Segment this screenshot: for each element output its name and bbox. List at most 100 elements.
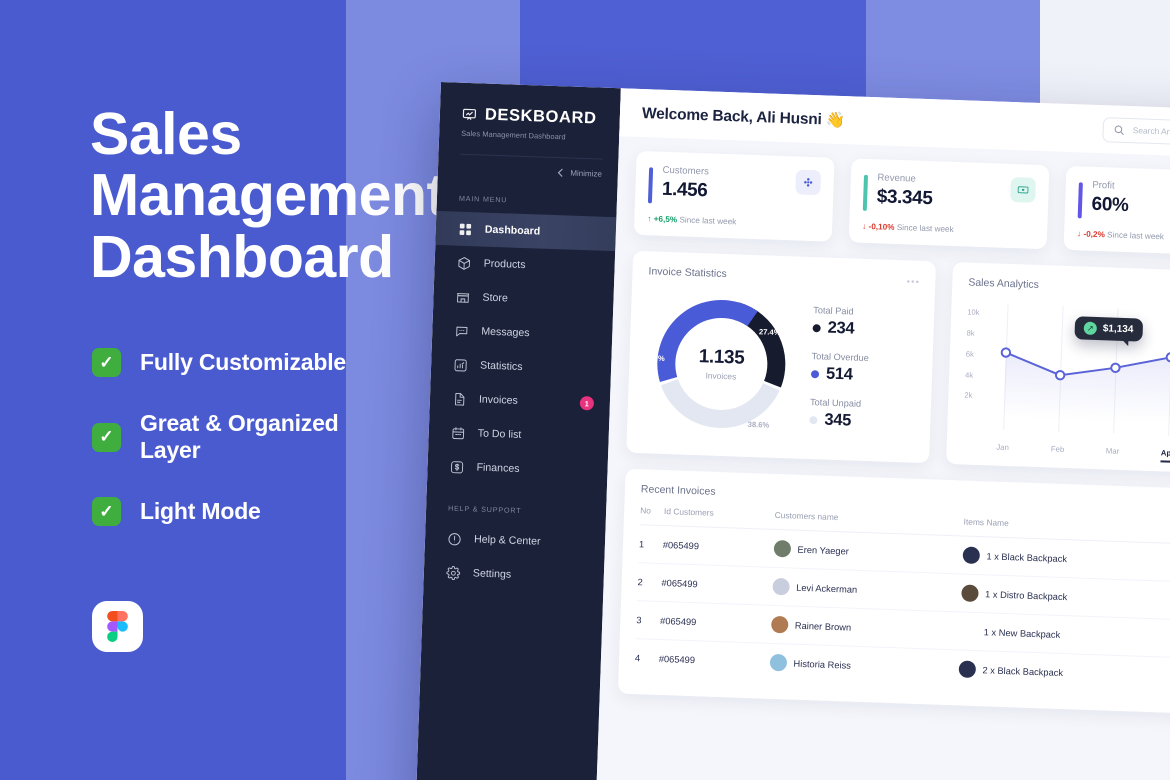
minimize-button[interactable]: Minimize bbox=[459, 153, 603, 179]
legend-item: Total Paid 234 bbox=[812, 305, 870, 339]
legend-item: Total Unpaid 345 bbox=[809, 397, 867, 431]
more-dots-icon[interactable]: ••• bbox=[906, 276, 920, 286]
stat-cards-row: Customers 1.456 ↑ +6,5% Since last week … bbox=[633, 150, 1170, 259]
sidebar-item-label: Invoices bbox=[478, 393, 519, 407]
stat-arrow-icon: ↓ bbox=[1076, 229, 1082, 239]
logout-button[interactable]: Log Out bbox=[416, 774, 597, 780]
feature-item: ✓ Light Mode bbox=[92, 497, 350, 526]
product-thumbnail bbox=[962, 546, 980, 565]
cell-customer: Rainer Brown bbox=[770, 605, 961, 650]
box-icon bbox=[458, 256, 471, 270]
dashboard-mockup: DESKBOARD Sales Management Dashboard Min… bbox=[414, 82, 1170, 780]
main-content: Welcome Back, Ali Husni 👋 Search Anythin… bbox=[594, 88, 1170, 780]
cell-id: #065499 bbox=[658, 653, 696, 665]
invoice-statistics-panel: Invoice Statistics ••• 1.135 Invoices 27… bbox=[626, 250, 937, 464]
cell-no: 2 bbox=[637, 562, 663, 602]
cell-no: 3 bbox=[635, 600, 661, 640]
cell-no: 1 bbox=[638, 524, 664, 564]
tooltip-value: $1,134 bbox=[1102, 323, 1134, 336]
chat-icon bbox=[456, 326, 468, 336]
donut-center-label: Invoices bbox=[705, 370, 737, 382]
check-icon: ✓ bbox=[92, 348, 121, 377]
panels-row: Invoice Statistics ••• 1.135 Invoices 27… bbox=[626, 250, 1170, 477]
legend-name: Total Overdue bbox=[811, 351, 870, 364]
sidebar-item-label: Messages bbox=[481, 325, 530, 340]
cell-id: #065499 bbox=[662, 525, 775, 568]
y-axis-tick: 4k bbox=[964, 370, 974, 380]
legend-name: Total Unpaid bbox=[809, 397, 862, 409]
legend-dot-icon bbox=[809, 415, 818, 424]
search-input[interactable]: Search Anything bbox=[1102, 116, 1170, 150]
y-axis-tick: 10k bbox=[967, 307, 980, 318]
feature-list: ✓ Fully Customizable ✓ Great & Organized… bbox=[92, 348, 350, 559]
sidebar: DESKBOARD Sales Management Dashboard Min… bbox=[414, 82, 621, 780]
page-title: Sales Management Dashboard bbox=[90, 101, 446, 290]
feature-item: ✓ Great & Organized Layer bbox=[92, 410, 350, 464]
figma-logo bbox=[92, 601, 143, 652]
cell-item: 2 x Black Backpack bbox=[958, 650, 1170, 696]
x-axis-tick: Feb bbox=[1050, 444, 1065, 454]
feature-label: Great & Organized Layer bbox=[140, 410, 339, 463]
donut-center-value: 1.135 bbox=[698, 346, 745, 369]
product-thumbnail bbox=[960, 622, 978, 640]
stat-value: $3.345 bbox=[876, 186, 933, 210]
avatar bbox=[771, 577, 790, 596]
recent-invoices-table: NoId CustomersCustomers nameItems NameOr… bbox=[634, 505, 1170, 699]
sidebar-item-label: Store bbox=[482, 291, 509, 305]
check-icon: ✓ bbox=[92, 497, 121, 526]
store-icon bbox=[457, 292, 470, 303]
stat-accent-bar bbox=[1077, 182, 1083, 219]
search-icon bbox=[1114, 125, 1124, 135]
stat-label: Customers bbox=[662, 164, 710, 178]
stat-delta-note: Since last week bbox=[679, 215, 737, 227]
customers-icon bbox=[795, 169, 822, 196]
stat-card: Profit 60% ↓ -0,2% Since last week bbox=[1063, 165, 1170, 257]
y-axis-tick: 6k bbox=[965, 349, 975, 359]
sidebar-item-finances[interactable]: Finances bbox=[427, 449, 608, 489]
sidebar-item-label: Products bbox=[483, 257, 526, 272]
trend-up-icon: ↗ bbox=[1083, 321, 1098, 336]
x-axis-tick: Apr bbox=[1161, 448, 1170, 457]
donut-label-overdue: 40% bbox=[649, 353, 665, 363]
sidebar-item-label: To Do list bbox=[477, 427, 522, 442]
legend-value: 234 bbox=[827, 318, 855, 338]
x-axis-tick: Jan bbox=[996, 442, 1010, 453]
nav-main-list: Dashboard Products Store Messages Statis… bbox=[427, 210, 617, 489]
dollar-icon bbox=[451, 460, 464, 473]
feature-label: Fully Customizable bbox=[140, 349, 346, 375]
sidebar-item-settings[interactable]: Settings bbox=[423, 555, 604, 595]
brand[interactable]: DESKBOARD bbox=[440, 104, 621, 129]
analytics-panel-title: Sales Analytics bbox=[968, 276, 1040, 291]
nav-help-list: Help & Center Settings bbox=[423, 521, 605, 595]
sidebar-item-label: Statistics bbox=[479, 359, 523, 374]
gear-icon bbox=[446, 565, 461, 580]
stat-delta: ↑ +6,5% Since last week bbox=[647, 214, 818, 229]
stat-card: Customers 1.456 ↑ +6,5% Since last week bbox=[633, 150, 835, 242]
avatar bbox=[770, 615, 789, 634]
section-main-menu: MAIN MENU bbox=[458, 193, 508, 205]
sidebar-badge: 1 bbox=[579, 396, 595, 411]
presentation-chart-icon bbox=[462, 108, 477, 120]
stat-value: 1.456 bbox=[661, 178, 708, 202]
brand-subtitle: Sales Management Dashboard bbox=[461, 128, 566, 142]
product-thumbnail bbox=[958, 660, 976, 679]
avatar bbox=[773, 539, 791, 558]
y-axis-tick: 2k bbox=[964, 390, 973, 400]
minimize-label: Minimize bbox=[570, 168, 603, 179]
stat-delta: ↓ -0,10% Since last week bbox=[862, 222, 1033, 237]
stat-label: Profit bbox=[1092, 179, 1115, 192]
feature-label: Light Mode bbox=[140, 498, 261, 524]
sales-analytics-chart: 10k 8k 6k 4k 2k Jan Feb Mar Apr ↗ $1,134 bbox=[962, 299, 1170, 462]
stat-delta-value: -0,10% bbox=[868, 222, 895, 232]
legend-dot-icon bbox=[812, 323, 821, 332]
legend-item: Total Overdue 514 bbox=[810, 351, 870, 385]
table-column-header: No bbox=[639, 505, 665, 526]
stat-delta-note: Since last week bbox=[1106, 230, 1165, 242]
stat-accent-bar bbox=[647, 167, 653, 204]
invoice-legend: Total Paid 234 Total Overdue 514 Total U… bbox=[809, 291, 871, 445]
x-axis-tick: Mar bbox=[1105, 446, 1120, 456]
chevron-left-icon bbox=[558, 168, 564, 177]
cell-no: 4 bbox=[634, 652, 641, 663]
sidebar-item-label: Help & Center bbox=[473, 533, 541, 548]
cell-id: #065499 bbox=[659, 601, 772, 644]
